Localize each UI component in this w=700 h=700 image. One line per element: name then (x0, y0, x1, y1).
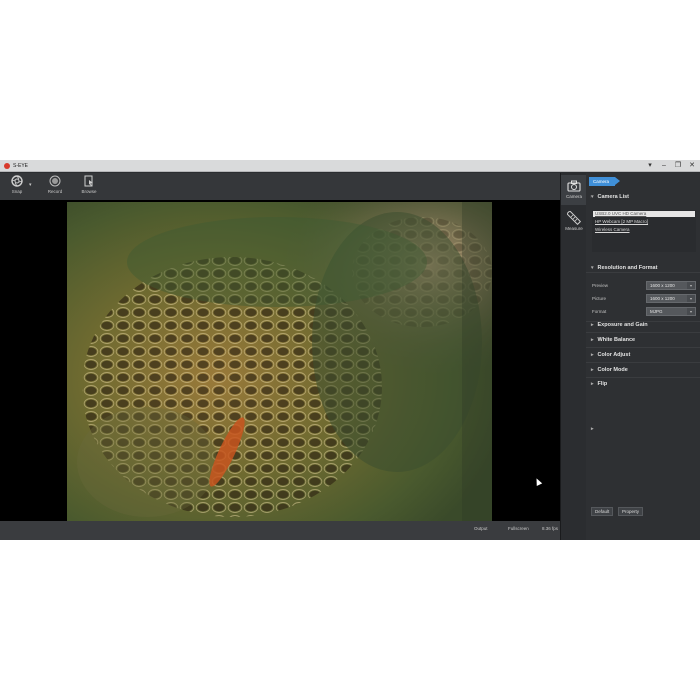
aperture-icon (11, 175, 23, 187)
tab-measure-label: Measure (565, 226, 583, 231)
microscope-image-graphic (67, 202, 492, 521)
window-controls: ▾ – ❐ ✕ (646, 160, 696, 172)
snap-label: Snap (11, 189, 23, 194)
color-mode-header[interactable]: ▸ Color Mode (591, 367, 628, 373)
preview-label: Preview (592, 283, 609, 288)
record-label: Record (47, 189, 63, 194)
mouse-cursor-icon (533, 477, 543, 486)
white-balance-header[interactable]: ▸ White Balance (591, 337, 635, 343)
format-select[interactable]: MJPG ▾ (646, 307, 696, 316)
default-button[interactable]: Default (591, 507, 614, 516)
fps-readout: 8.36 fps (542, 526, 559, 531)
browse-label: Browse (81, 189, 97, 194)
format-value: MJPG (650, 309, 663, 314)
section-divider (586, 347, 700, 348)
flip-header[interactable]: ▸ Flip (591, 381, 607, 387)
toolbar: Snap ▾ Record Browse (0, 173, 560, 200)
section-divider (586, 362, 700, 363)
white-balance-label: White Balance (597, 337, 636, 343)
chevron-down-icon: ▾ (687, 308, 695, 315)
property-button[interactable]: Property (618, 507, 644, 516)
exposure-gain-label: Exposure and Gain (597, 322, 648, 328)
color-mode-label: Color Mode (597, 367, 628, 373)
snap-dropdown-icon[interactable]: ▾ (29, 182, 32, 188)
collapsed-sections: ▸ Exposure and Gain ▸ White Balance ▸ Color… (586, 322, 700, 392)
picture-value: 1600 x 1200 (650, 296, 675, 301)
output-button[interactable]: Output (474, 526, 488, 531)
picture-row: Picture 1600 x 1200 ▾ (592, 294, 696, 304)
camera-list-header-overlay: ▾ Camera List (591, 194, 632, 200)
menu-dropdown-icon[interactable]: ▾ (646, 160, 654, 172)
chevron-down-icon: ▾ (687, 282, 695, 289)
tab-camera[interactable]: Camera (561, 175, 587, 205)
resolution-header[interactable]: ▾ Resolution and Format (591, 265, 657, 271)
record-button[interactable]: Record (38, 175, 72, 199)
restore-icon[interactable]: ❐ (674, 160, 682, 172)
status-bar: Output Fullscreen 8.36 fps (0, 521, 560, 540)
close-icon[interactable]: ✕ (688, 160, 696, 172)
app-logo-icon (4, 163, 10, 169)
color-adjust-header[interactable]: ▸ Color Adjust (591, 352, 630, 358)
format-row: Format MJPG ▾ (592, 307, 696, 317)
camera-list-header-label: Camera List (597, 194, 630, 200)
color-adjust-label: Color Adjust (597, 352, 631, 358)
microscope-image (67, 202, 492, 521)
browse-button[interactable]: Browse (72, 175, 106, 199)
flip-label: Flip (597, 381, 608, 387)
camera-preview[interactable] (0, 200, 560, 521)
exposure-gain-header[interactable]: ▸ Exposure and Gain (591, 322, 648, 328)
tab-measure[interactable]: Measure (561, 207, 587, 237)
format-label: Format (592, 309, 607, 314)
record-icon (49, 175, 61, 187)
preview-row: Preview 1600 x 1200 ▾ (592, 281, 696, 291)
minimize-icon[interactable]: – (660, 160, 668, 172)
section-divider (586, 377, 700, 378)
section-divider (586, 332, 700, 333)
preview-value: 1600 x 1200 (650, 283, 675, 288)
picture-select[interactable]: 1600 x 1200 ▾ (646, 294, 696, 303)
picture-label: Picture (592, 296, 607, 301)
browse-icon (84, 175, 93, 187)
chevron-down-icon: ▾ (687, 295, 695, 302)
chevron-down-icon: ▾ (591, 194, 594, 200)
tab-camera-label: Camera (565, 194, 582, 199)
preview-select[interactable]: 1600 x 1200 ▾ (646, 281, 696, 290)
ruler-icon (567, 211, 581, 225)
window-title: S-EYE (13, 163, 29, 169)
resolution-header-label: Resolution and Format (597, 265, 658, 271)
side-tabs: Camera Measure (560, 173, 587, 540)
title-bar: S-EYE ▾ – ❐ ✕ (0, 160, 700, 172)
camera-icon (567, 180, 581, 192)
fullscreen-button[interactable]: Fullscreen (508, 526, 529, 531)
